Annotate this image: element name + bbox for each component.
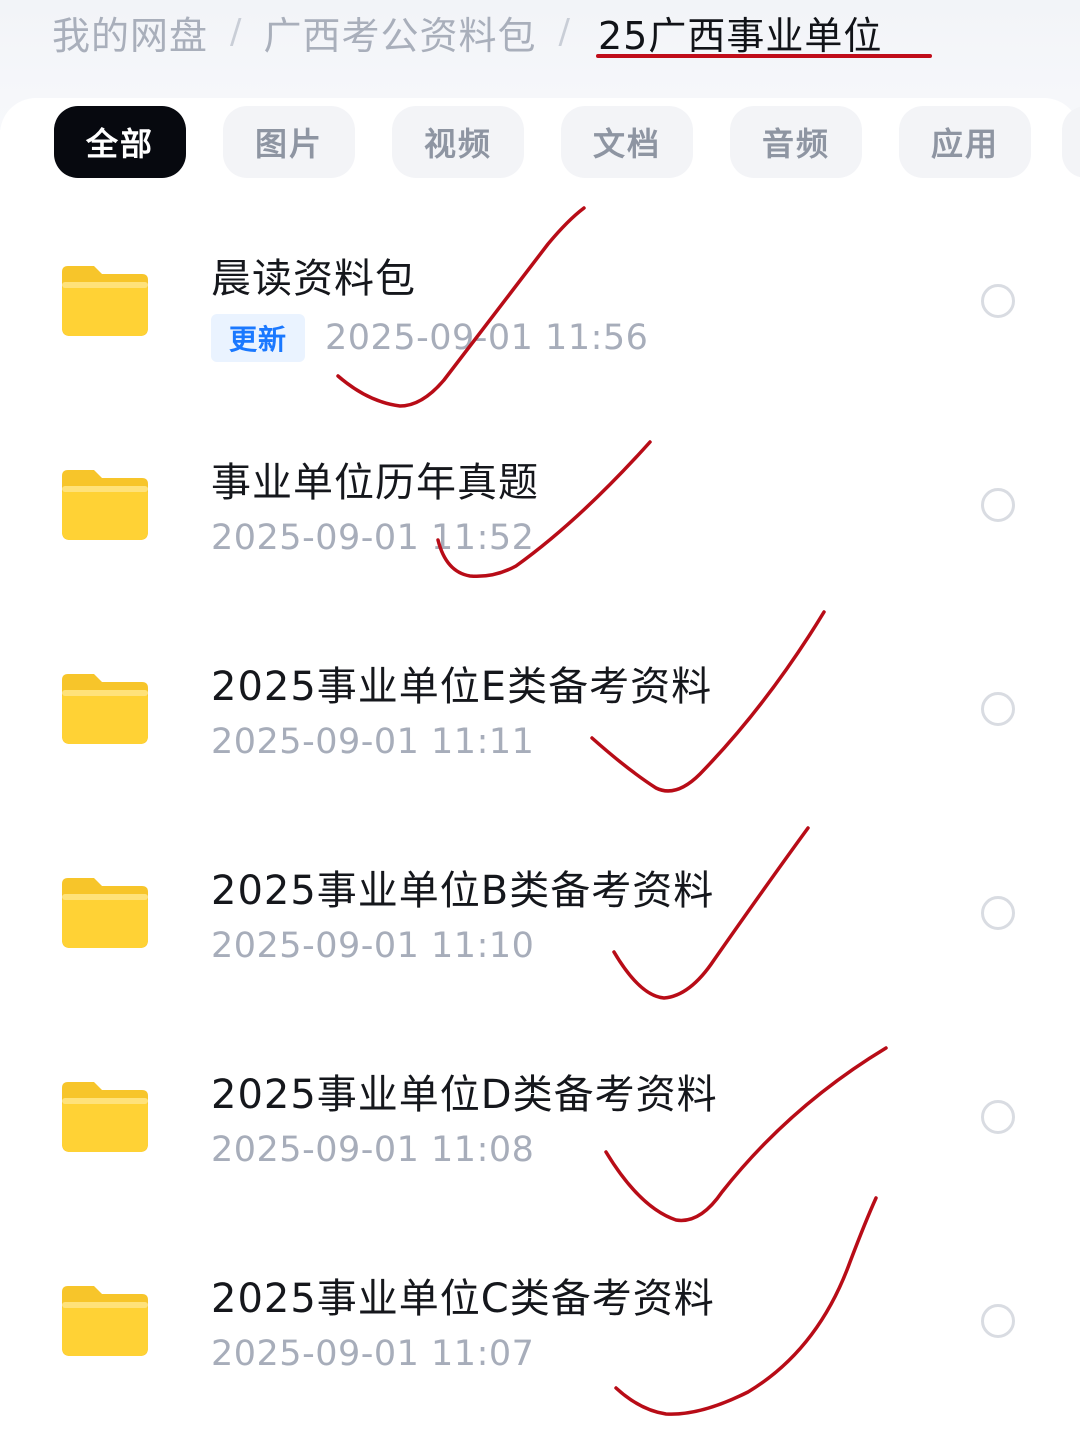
select-circle-icon[interactable]: [981, 284, 1015, 318]
file-date: 2025-09-01 11:07: [211, 1334, 535, 1374]
file-date: 2025-09-01 11:56: [325, 318, 649, 358]
file-meta: 2025-09-01 11:07: [211, 1334, 534, 1374]
folder-icon: [62, 1082, 148, 1152]
current-folder-underline-annotation: [596, 54, 932, 58]
file-meta: 2025-09-01 11:08: [211, 1130, 534, 1170]
file-name: 晨读资料包: [211, 256, 416, 302]
file-date: 2025-09-01 11:11: [211, 722, 535, 762]
list-item[interactable]: 2025事业单位B类备考资料 2025-09-01 11:10: [0, 808, 1080, 1012]
list-item[interactable]: 2025事业单位C类备考资料 2025-09-01 11:07: [0, 1216, 1080, 1420]
list-item[interactable]: 晨读资料包 更新 2025-09-01 11:56: [0, 196, 1080, 400]
file-name: 2025事业单位D类备考资料: [211, 1072, 718, 1118]
filter-tabs: 全部 图片 视频 文档 音频 应用: [54, 106, 1031, 178]
select-circle-icon[interactable]: [981, 896, 1015, 930]
select-circle-icon[interactable]: [981, 692, 1015, 726]
updated-badge: 更新: [211, 314, 306, 362]
breadcrumb-root[interactable]: 我的网盘: [52, 5, 208, 60]
file-name: 事业单位历年真题: [211, 460, 539, 506]
file-date: 2025-09-01 11:08: [211, 1130, 535, 1170]
file-name: 2025事业单位E类备考资料: [211, 664, 713, 710]
tab-videos[interactable]: 视频: [392, 106, 524, 178]
breadcrumb-separator: /: [230, 12, 242, 52]
list-item[interactable]: 2025事业单位D类备考资料 2025-09-01 11:08: [0, 1012, 1080, 1216]
tab-images[interactable]: 图片: [223, 106, 355, 178]
file-meta: 2025-09-01 11:10: [211, 926, 534, 966]
breadcrumb-separator: /: [558, 12, 570, 52]
folder-icon: [62, 674, 148, 744]
select-circle-icon[interactable]: [981, 1304, 1015, 1338]
file-meta: 2025-09-01 11:52: [211, 518, 534, 558]
list-item[interactable]: 2025事业单位E类备考资料 2025-09-01 11:11: [0, 604, 1080, 808]
file-name: 2025事业单位B类备考资料: [211, 868, 715, 914]
file-meta: 2025-09-01 11:11: [211, 722, 534, 762]
select-circle-icon[interactable]: [981, 488, 1015, 522]
breadcrumb-parent[interactable]: 广西考公资料包: [263, 5, 536, 60]
file-meta: 更新 2025-09-01 11:56: [211, 314, 648, 362]
file-date: 2025-09-01 11:52: [211, 518, 535, 558]
list-item[interactable]: 事业单位历年真题 2025-09-01 11:52: [0, 400, 1080, 604]
folder-icon: [62, 1286, 148, 1356]
tab-apps[interactable]: 应用: [899, 106, 1031, 178]
breadcrumb: 我的网盘 / 广西考公资料包 / 25广西事业单位: [52, 4, 882, 60]
folder-icon: [62, 266, 148, 336]
file-name: 2025事业单位C类备考资料: [211, 1276, 715, 1322]
select-circle-icon[interactable]: [981, 1100, 1015, 1134]
breadcrumb-current: 25广西事业单位: [597, 13, 883, 58]
file-date: 2025-09-01 11:10: [211, 926, 535, 966]
tab-documents[interactable]: 文档: [561, 106, 693, 178]
folder-icon: [62, 878, 148, 948]
tab-audio[interactable]: 音频: [730, 106, 862, 178]
folder-icon: [62, 470, 148, 540]
tab-all[interactable]: 全部: [54, 106, 186, 178]
